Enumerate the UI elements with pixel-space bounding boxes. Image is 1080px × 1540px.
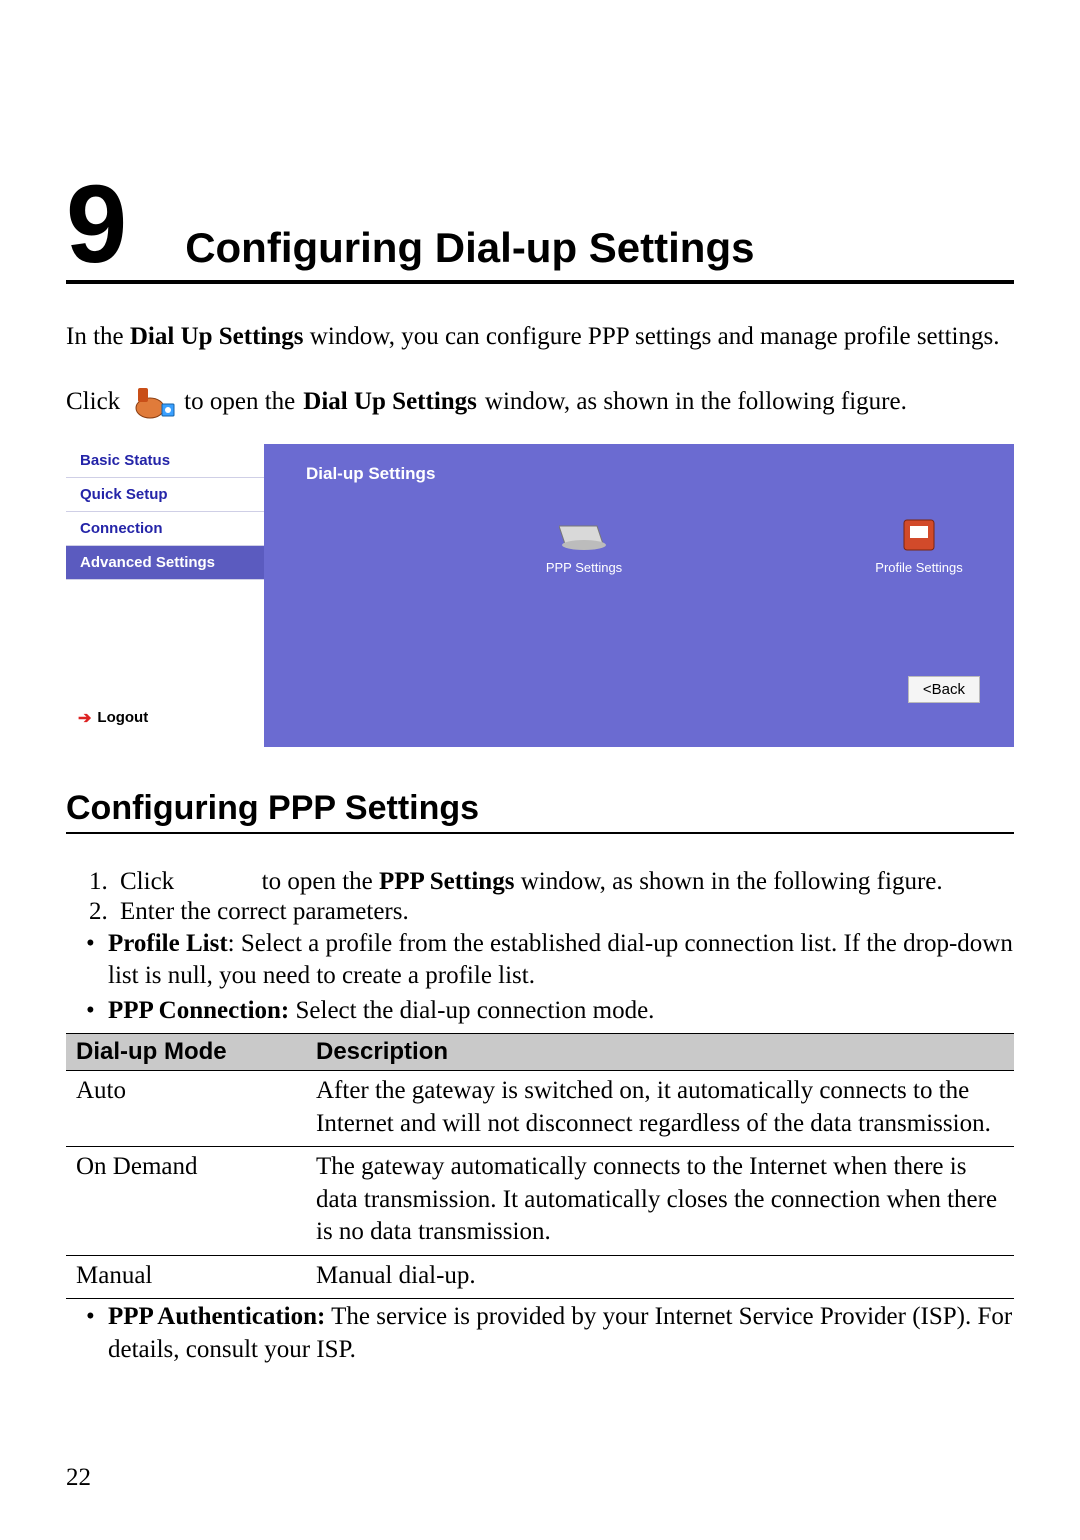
dialup-settings-icon [128, 378, 176, 426]
sidebar-item-basic-status[interactable]: Basic Status [66, 444, 264, 478]
click-post: window, as shown in the following figure… [485, 388, 907, 416]
bullet-list-top: Profile List: Select a profile from the … [66, 928, 1014, 1028]
back-button[interactable]: <Back [908, 676, 980, 703]
ppp-settings-label: PPP Settings [504, 560, 664, 575]
intro-suffix: window, you can configure PPP settings a… [304, 323, 1000, 350]
ppp-settings-icon [559, 516, 609, 554]
click-mid: to open the [184, 388, 295, 416]
desc-cell: After the gateway is switched on, it aut… [306, 1071, 1014, 1147]
bullet1-text: : Select a profile from the established … [108, 930, 1013, 990]
header-desc: Description [306, 1034, 1014, 1071]
sidebar: Basic Status Quick Setup Connection Adva… [66, 444, 264, 747]
chapter-number: 9 [66, 170, 125, 280]
intro-paragraph: In the Dial Up Settings window, you can … [66, 320, 1014, 354]
table-header-row: Dial-up Mode Description [66, 1034, 1014, 1071]
bullet3-bold: PPP Authentication: [108, 1303, 325, 1330]
step1-bold: PPP Settings [379, 868, 514, 895]
logout-link[interactable]: ➔ Logout [66, 700, 264, 736]
step1-mid: to open the [262, 868, 379, 895]
document-page: 9 Configuring Dial-up Settings In the Di… [0, 0, 1080, 1540]
table-row: On Demand The gateway automatically conn… [66, 1147, 1014, 1256]
sidebar-item-advanced-settings[interactable]: Advanced Settings [66, 546, 264, 580]
profile-settings-label: Profile Settings [864, 560, 974, 575]
chapter-heading: 9 Configuring Dial-up Settings [66, 170, 1014, 284]
header-mode: Dial-up Mode [66, 1034, 306, 1071]
bullet2-bold: PPP Connection: [108, 997, 289, 1024]
dialup-settings-window: Basic Status Quick Setup Connection Adva… [66, 444, 1014, 747]
bullet-ppp-auth: PPP Authentication: The service is provi… [86, 1301, 1014, 1366]
click-instruction: Click to open the Dial Up Settings windo… [66, 378, 1014, 426]
step1-post: window, as shown in the following figure… [514, 868, 942, 895]
panel-title: Dial-up Settings [264, 444, 1014, 494]
desc-cell: The gateway automatically connects to th… [306, 1147, 1014, 1256]
table-row: Manual Manual dial-up. [66, 1255, 1014, 1299]
step-2: Enter the correct parameters. [114, 898, 1014, 926]
dialup-mode-table: Dial-up Mode Description Auto After the … [66, 1033, 1014, 1299]
mode-cell: Manual [66, 1255, 306, 1299]
mode-cell: Auto [66, 1071, 306, 1147]
logout-label: Logout [97, 709, 148, 726]
step-1: Click to open the PPP Settings window, a… [114, 868, 1014, 896]
bullet2-text: Select the dial-up connection mode. [289, 997, 654, 1024]
bullet1-bold: Profile List [108, 930, 228, 957]
steps-list: Click to open the PPP Settings window, a… [66, 868, 1014, 926]
click-bold: Dial Up Settings [303, 388, 477, 416]
desc-cell: Manual dial-up. [306, 1255, 1014, 1299]
sidebar-item-quick-setup[interactable]: Quick Setup [66, 478, 264, 512]
bullet-ppp-connection: PPP Connection: Select the dial-up conne… [86, 995, 1014, 1028]
sidebar-spacer [66, 580, 264, 700]
step1-pre: Click [120, 868, 174, 895]
logout-arrow-icon: ➔ [78, 708, 91, 728]
bullet-list-bottom: PPP Authentication: The service is provi… [66, 1301, 1014, 1366]
ppp-settings-block[interactable]: PPP Settings [504, 516, 664, 575]
bullet-profile-list: Profile List: Select a profile from the … [86, 928, 1014, 993]
page-number: 22 [66, 1464, 91, 1492]
profile-settings-block[interactable]: Profile Settings [864, 516, 974, 575]
mode-cell: On Demand [66, 1147, 306, 1256]
chapter-title: Configuring Dial-up Settings [185, 224, 754, 272]
intro-bold: Dial Up Settings [130, 323, 304, 350]
main-panel: Dial-up Settings PPP Settings Profile Se… [264, 444, 1014, 747]
table-row: Auto After the gateway is switched on, i… [66, 1071, 1014, 1147]
click-pre: Click [66, 388, 120, 416]
sidebar-item-connection[interactable]: Connection [66, 512, 264, 546]
intro-prefix: In the [66, 323, 130, 350]
profile-settings-icon [894, 516, 944, 554]
settings-icons-row: PPP Settings Profile Settings [264, 494, 1014, 575]
section-heading: Configuring PPP Settings [66, 789, 1014, 834]
